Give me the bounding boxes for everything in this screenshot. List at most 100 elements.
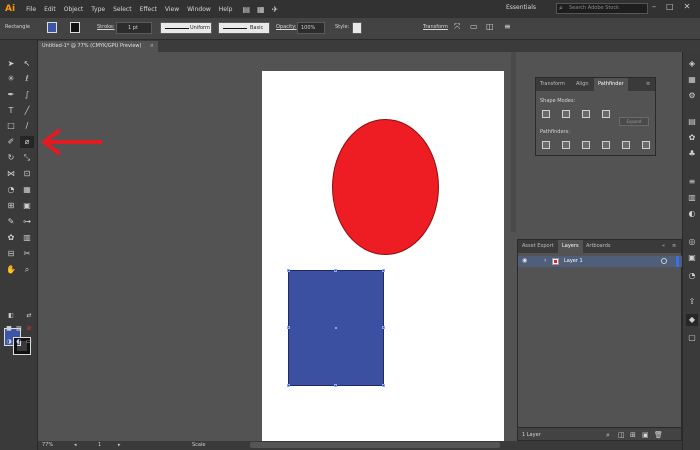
lasso-tool-icon[interactable]: ℓ xyxy=(20,73,34,85)
transform-link[interactable]: Transform xyxy=(423,24,448,30)
tab-pathfinder[interactable]: Pathfinder xyxy=(594,78,628,91)
divide-icon[interactable] xyxy=(542,141,550,149)
horizontal-scrollbar[interactable] xyxy=(250,442,500,448)
minus-front-icon[interactable] xyxy=(562,110,570,118)
blend-tool-icon[interactable]: ⊶ xyxy=(20,216,34,228)
selection-handle[interactable] xyxy=(287,326,290,329)
opacity-label[interactable]: Opacity: xyxy=(276,24,297,30)
shaper-tool-icon[interactable]: ✐ xyxy=(4,136,18,148)
zoom-tool-icon[interactable]: ⌕ xyxy=(20,264,34,276)
artboards-panel-icon[interactable]: ▢ xyxy=(686,332,698,344)
graphic-style-swatch[interactable] xyxy=(352,22,362,34)
panel-menu-icon[interactable]: ≡ xyxy=(504,22,511,31)
screen-mode-icon[interactable]: ▭ xyxy=(22,336,36,348)
workspace-grid-icon[interactable]: ▦ xyxy=(257,5,265,14)
color-panel-icon[interactable]: ◈ xyxy=(686,58,698,70)
delete-layer-icon[interactable]: 🗑 xyxy=(654,431,663,439)
stroke-panel-icon[interactable]: ≡ xyxy=(686,176,698,188)
zoom-level[interactable]: 77% xyxy=(42,442,53,448)
menu-effect[interactable]: Effect xyxy=(136,6,161,13)
swatches-icon[interactable]: ▤ xyxy=(686,116,698,128)
gpu-rocket-icon[interactable]: ✈ xyxy=(272,5,279,14)
symbol-sprayer-tool-icon[interactable]: ✿ xyxy=(4,232,18,244)
selection-handle[interactable] xyxy=(382,384,385,387)
menu-edit[interactable]: Edit xyxy=(40,6,60,13)
variable-width-profile[interactable]: Uniform xyxy=(160,22,212,34)
stroke-weight-field[interactable]: 1 pt xyxy=(116,22,152,34)
width-tool-icon[interactable]: ⋈ xyxy=(4,168,18,180)
color-guide-icon[interactable]: ▦ xyxy=(686,74,698,86)
tab-transform[interactable]: Transform xyxy=(536,78,569,91)
expand-button[interactable]: Expand xyxy=(619,117,649,126)
stroke-label[interactable]: Stroke: xyxy=(97,24,115,30)
mesh-tool-icon[interactable]: ⊞ xyxy=(4,200,18,212)
selection-handle[interactable] xyxy=(382,269,385,272)
selection-handle[interactable] xyxy=(334,269,337,272)
outline-icon[interactable] xyxy=(622,141,630,149)
merge-icon[interactable] xyxy=(582,141,590,149)
align-icon[interactable]: ⤧ xyxy=(454,22,460,32)
hand-tool-icon[interactable]: ✋ xyxy=(4,264,18,276)
line-segment-tool-icon[interactable]: ╱ xyxy=(20,105,34,117)
minus-back-icon[interactable] xyxy=(642,141,650,149)
pen-tool-icon[interactable]: ✒ xyxy=(4,89,18,101)
next-artboard-icon[interactable]: ▸ xyxy=(118,442,121,448)
shape-builder-tool-icon[interactable]: ◔ xyxy=(4,184,18,196)
close-icon[interactable]: ✕ xyxy=(684,2,691,11)
rotate-tool-icon[interactable]: ↻ xyxy=(4,152,18,164)
selection-handle[interactable] xyxy=(382,326,385,329)
selection-handle[interactable] xyxy=(287,384,290,387)
close-tab-icon[interactable]: × xyxy=(150,41,154,52)
tab-align[interactable]: Align xyxy=(572,78,593,91)
tab-asset-export[interactable]: Asset Export xyxy=(518,240,558,253)
visibility-eye-icon[interactable]: ◉ xyxy=(522,257,527,264)
red-circle-shape[interactable] xyxy=(332,119,439,255)
paintbrush-tool-icon[interactable]: ∕ xyxy=(20,120,34,132)
locate-object-icon[interactable]: ⌕ xyxy=(606,431,610,440)
brushes-icon[interactable]: ✿ xyxy=(686,132,698,144)
new-layer-icon[interactable]: ▣ xyxy=(642,431,649,439)
layer-name[interactable]: Layer 1 xyxy=(564,258,583,264)
magic-wand-tool-icon[interactable]: ✳ xyxy=(4,73,18,85)
rectangle-tool-icon[interactable]: □ xyxy=(4,120,18,132)
none-mode-icon[interactable]: ⊘ xyxy=(22,323,36,335)
document-tab[interactable]: Untitled-1* @ 77% (CMYK/GPU Preview) × xyxy=(38,41,158,52)
artboard-tool-icon[interactable]: ⊟ xyxy=(4,248,18,260)
layer-row[interactable]: ◉ › Layer 1 xyxy=(518,256,683,267)
free-transform-tool-icon[interactable]: ⊡ xyxy=(20,168,34,180)
panel-menu-icon[interactable]: ≡ xyxy=(668,240,680,253)
gradient-tool-icon[interactable]: ▣ xyxy=(20,200,34,212)
panel-dock-scrollbar[interactable] xyxy=(511,52,516,232)
menu-file[interactable]: File xyxy=(22,6,40,13)
slice-tool-icon[interactable]: ✂ xyxy=(20,248,34,260)
menu-window[interactable]: Window xyxy=(183,6,215,13)
perspective-grid-tool-icon[interactable]: ▦ xyxy=(20,184,34,196)
tab-layers[interactable]: Layers xyxy=(558,240,583,253)
artboard-number[interactable]: 1 xyxy=(98,442,101,448)
menu-object[interactable]: Object xyxy=(60,6,88,13)
swap-colors-icon[interactable]: ⇄ xyxy=(22,310,36,322)
curvature-tool-icon[interactable]: ∫ xyxy=(20,89,34,101)
menu-help[interactable]: Help xyxy=(215,6,237,13)
selection-handle[interactable] xyxy=(334,384,337,387)
export-panel-icon[interactable]: ⇪ xyxy=(686,296,698,308)
gradient-panel-icon[interactable]: ▥ xyxy=(686,192,698,204)
appearance-panel-icon[interactable]: ◎ xyxy=(686,236,698,248)
new-sublayer-icon[interactable]: ⊞ xyxy=(630,431,636,439)
brush-definition[interactable]: Basic xyxy=(218,22,270,34)
workspace-switcher[interactable]: Essentials xyxy=(506,4,536,11)
expand-chevron-icon[interactable]: › xyxy=(544,257,546,264)
fill-color-swatch[interactable] xyxy=(47,22,57,33)
crop-icon[interactable] xyxy=(602,141,610,149)
search-input[interactable]: ⌕ Search Adobe Stock xyxy=(556,3,648,14)
trim-icon[interactable] xyxy=(562,141,570,149)
shape-icon[interactable]: ▭ xyxy=(470,22,478,31)
eraser-tool-icon[interactable]: ⌀ xyxy=(20,136,34,148)
exclude-icon[interactable] xyxy=(602,110,610,118)
type-tool-icon[interactable]: T xyxy=(4,105,18,117)
properties-icon[interactable]: ⚙ xyxy=(686,90,698,102)
maximize-icon[interactable]: □ xyxy=(666,2,674,11)
menu-type[interactable]: Type xyxy=(87,6,109,13)
symbols-icon[interactable]: ♣ xyxy=(686,148,698,160)
transparency-panel-icon[interactable]: ◐ xyxy=(686,208,698,220)
